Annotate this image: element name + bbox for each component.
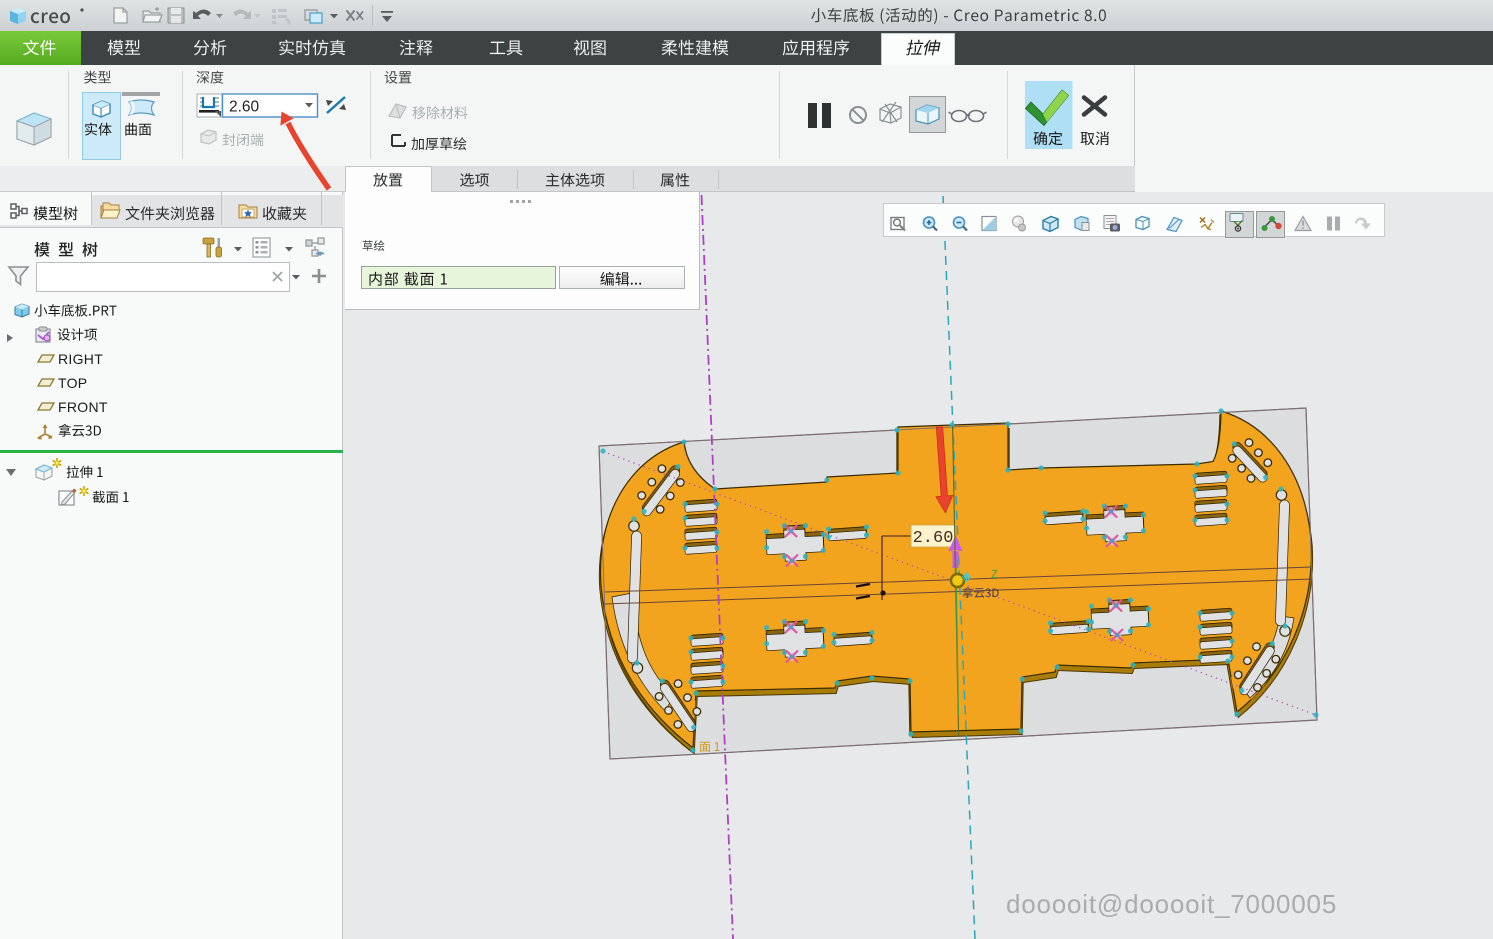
svg-text:2.60: 2.60 xyxy=(913,529,954,548)
svg-text:dooooit@dooooit_7000005: dooooit@dooooit_7000005 xyxy=(1006,889,1337,919)
